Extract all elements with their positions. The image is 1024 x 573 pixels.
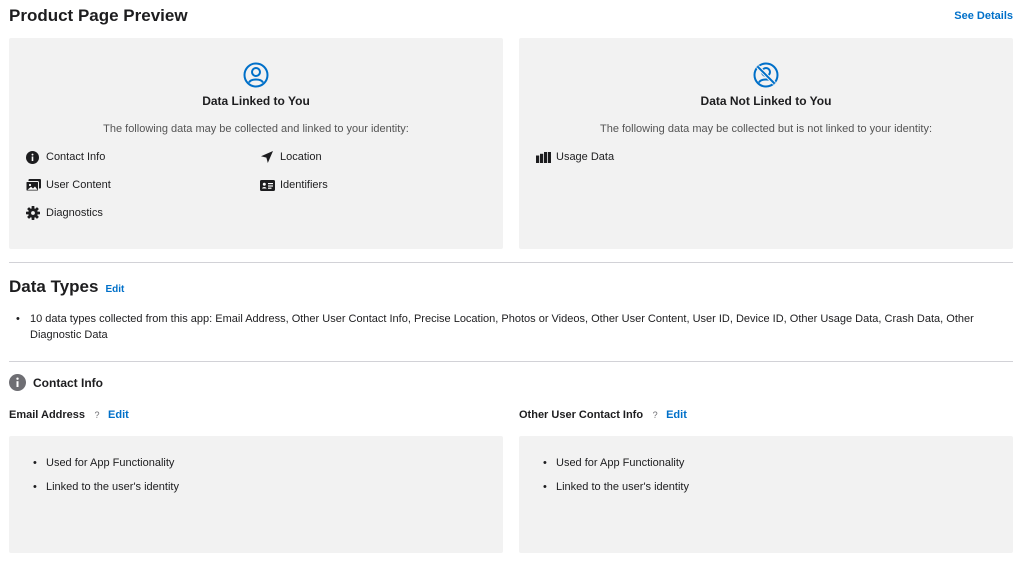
data-types-heading: Data Types Edit <box>9 277 124 297</box>
header: Product Page Preview See Details <box>9 6 1013 28</box>
email-address-label-row: Email Address ? Edit <box>9 409 129 421</box>
data-linked-description: The following data may be collected and … <box>103 123 409 135</box>
category-label: Location <box>280 151 322 163</box>
location-arrow-icon <box>260 150 276 164</box>
info-icon <box>9 374 26 391</box>
contact-info-title: Contact Info <box>33 375 103 390</box>
purpose-text: Used for App Functionality <box>46 457 175 469</box>
contact-info-heading: Contact Info <box>9 374 103 391</box>
category-contact-info: Contact Info <box>26 150 105 164</box>
data-linked-card: Data Linked to You The following data ma… <box>9 38 503 249</box>
see-details-link[interactable]: See Details <box>954 10 1013 22</box>
category-diagnostics: Diagnostics <box>26 206 103 220</box>
data-types-edit-link[interactable]: Edit <box>105 284 124 295</box>
data-types-summary: • 10 data types collected from this app:… <box>16 311 1006 343</box>
id-card-icon <box>260 178 276 192</box>
data-not-linked-title: Data Not Linked to You <box>700 94 832 108</box>
divider <box>9 262 1013 263</box>
data-not-linked-card: Data Not Linked to You The following dat… <box>519 38 1013 249</box>
purpose-text: Linked to the user's identity <box>46 481 179 493</box>
category-user-content: User Content <box>26 178 111 192</box>
category-identifiers: Identifiers <box>260 178 328 192</box>
data-linked-title: Data Linked to You <box>202 94 310 108</box>
other-contact-info-label-row: Other User Contact Info ? Edit <box>519 409 687 421</box>
info-icon <box>26 150 42 164</box>
bar-chart-icon <box>536 150 552 164</box>
category-location: Location <box>260 150 322 164</box>
purpose-list: • Used for App Functionality • Linked to t… <box>33 456 179 504</box>
category-label: Usage Data <box>556 151 615 163</box>
category-label: Diagnostics <box>46 207 103 219</box>
list-item: • Linked to the user's identity <box>33 481 179 493</box>
help-icon[interactable]: ? <box>649 410 661 420</box>
purpose-list: • Used for App Functionality • Linked to t… <box>543 456 689 504</box>
category-label: Contact Info <box>46 151 106 163</box>
page-title: Product Page Preview <box>9 6 188 25</box>
photo-icon <box>26 178 42 192</box>
person-circle-icon <box>243 62 269 88</box>
person-slash-icon <box>753 62 779 88</box>
other-contact-info-purposes-card: • Used for App Functionality • Linked to t… <box>519 436 1013 553</box>
list-item: • Used for App Functionality <box>33 457 175 469</box>
bullet: • <box>16 313 20 325</box>
email-address-edit-link[interactable]: Edit <box>108 409 129 421</box>
category-label: Identifiers <box>280 179 328 191</box>
category-label: User Content <box>46 179 111 191</box>
help-icon[interactable]: ? <box>91 410 103 420</box>
list-item: • Linked to the user's identity <box>543 481 689 493</box>
data-not-linked-description: The following data may be collected but … <box>599 123 933 135</box>
email-address-purposes-card: • Used for App Functionality • Linked to t… <box>9 436 503 553</box>
data-types-summary-text: 10 data types collected from this app: E… <box>30 313 974 341</box>
data-types-title: Data Types <box>9 277 99 296</box>
other-contact-info-edit-link[interactable]: Edit <box>666 409 687 421</box>
purpose-text: Linked to the user's identity <box>556 481 689 493</box>
purpose-text: Used for App Functionality <box>556 457 685 469</box>
category-usage-data: Usage Data <box>536 150 614 164</box>
other-contact-info-label: Other User Contact Info <box>519 409 644 421</box>
email-address-label: Email Address <box>9 409 86 421</box>
divider <box>9 361 1013 362</box>
list-item: • Used for App Functionality <box>543 457 685 469</box>
gear-icon <box>26 206 42 220</box>
